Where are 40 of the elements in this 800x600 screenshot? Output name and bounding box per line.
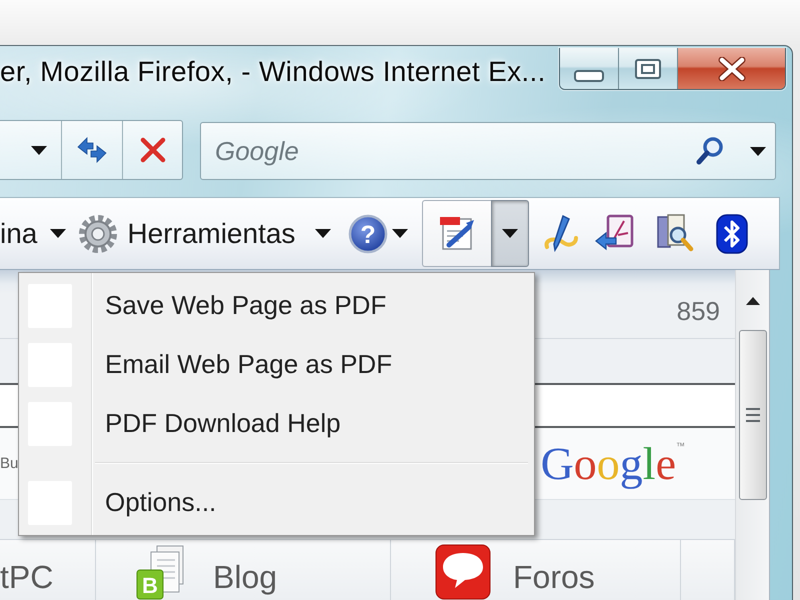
menu-item[interactable]: Options...	[21, 473, 532, 532]
caret-icon[interactable]	[750, 147, 766, 156]
minimize-icon	[574, 70, 604, 82]
menu-item[interactable]: PDF Download Help	[21, 394, 532, 453]
stop-icon	[140, 137, 166, 163]
scrollbar-track[interactable]	[735, 270, 770, 600]
search-icon[interactable]	[696, 136, 724, 166]
nav-tab[interactable]: Foros	[391, 540, 681, 600]
caret-icon[interactable]	[31, 146, 47, 154]
maximize-button[interactable]	[619, 48, 678, 89]
caret-icon	[502, 229, 518, 238]
nav-tab[interactable]: B Blog	[96, 540, 391, 600]
pen-icon[interactable]	[542, 212, 580, 254]
window-title: er, Mozilla Firefox, - Windows Internet Ex...	[0, 55, 546, 89]
nav-tab[interactable]: tPC	[0, 540, 96, 600]
speech-bubble-icon	[435, 544, 491, 600]
toolbar-button[interactable]	[422, 200, 492, 267]
maximize-icon	[634, 58, 662, 80]
up-arrow-icon[interactable]	[746, 297, 760, 305]
search-field[interactable]: Google	[200, 122, 776, 180]
caret-icon	[50, 229, 66, 238]
tools-menu-button[interactable]: Herramientas	[78, 210, 332, 258]
bluetooth-icon[interactable]	[716, 214, 748, 254]
gear-icon	[78, 214, 118, 254]
refresh-icon	[76, 135, 108, 165]
close-icon	[716, 56, 746, 80]
help-menu-button[interactable]: ?	[348, 210, 408, 258]
page-menu-button[interactable]: ina	[0, 210, 66, 258]
caret-icon	[315, 229, 332, 238]
help-icon: ?	[348, 214, 388, 254]
menu-item[interactable]: Email Web Page as PDF	[21, 335, 532, 394]
minimize-button[interactable]	[560, 48, 619, 89]
caret-icon	[392, 229, 408, 238]
counter-text: 859	[676, 296, 720, 326]
text-fragment: Bu	[0, 455, 18, 472]
scrollbar-thumb[interactable]	[738, 330, 766, 500]
logo: Google$^{™}$	[540, 440, 685, 486]
menu-item[interactable]: Save Web Page as PDF	[21, 276, 532, 335]
close-button[interactable]	[678, 48, 785, 89]
dropdown-button[interactable]	[491, 200, 530, 267]
